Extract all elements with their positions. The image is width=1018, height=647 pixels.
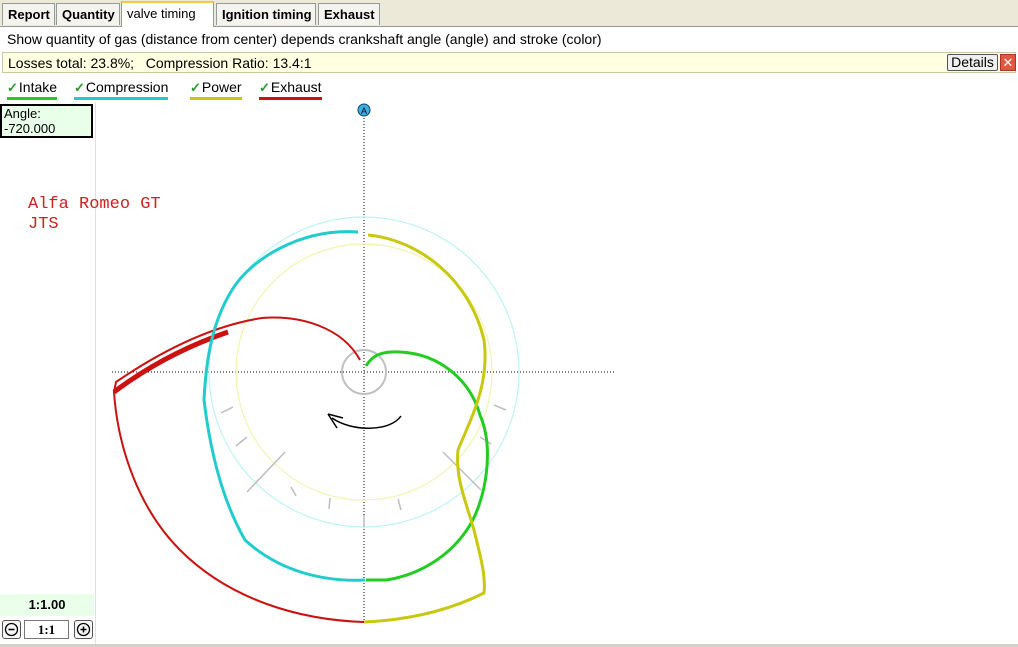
compression-checkbox[interactable]: ✓Compression xyxy=(74,79,169,100)
description-text: Show quantity of gas (distance from cent… xyxy=(7,31,602,47)
intake-underline xyxy=(7,97,58,100)
minus-circle-icon[interactable] xyxy=(2,620,21,639)
power-underline xyxy=(190,97,242,100)
power-curve xyxy=(363,233,487,624)
exhaust-underline xyxy=(259,97,322,100)
checkmark-icon: ✓ xyxy=(74,80,85,95)
plus-circle-icon[interactable] xyxy=(74,620,93,639)
losses-text: Losses total: 23.8%; Compression Ratio: … xyxy=(8,55,312,71)
compression-underline xyxy=(74,97,169,100)
tab-ignition-timing[interactable]: Ignition timing xyxy=(216,3,316,25)
exhaust-label: Exhaust xyxy=(270,79,322,95)
left-panel: Angle: -720.000 1:1.00 1:1 xyxy=(0,102,96,647)
intake-label: Intake xyxy=(18,79,58,95)
checkmark-icon: ✓ xyxy=(7,80,18,95)
compression-label: Compression xyxy=(85,79,169,95)
losses-bar: Losses total: 23.8%; Compression Ratio: … xyxy=(2,52,1016,73)
exhaust-curve xyxy=(112,316,365,623)
valve-timing-plot[interactable]: A xyxy=(96,102,1016,642)
tab-valve-timing[interactable]: valve timing xyxy=(121,1,214,27)
scale-ratio: 1:1.00 xyxy=(0,594,94,616)
angle-value: -720.000 xyxy=(4,121,56,136)
intake-curve xyxy=(364,350,489,582)
details-button[interactable]: Details xyxy=(947,54,998,71)
close-icon[interactable]: ✕ xyxy=(1000,54,1016,71)
compression-curve xyxy=(202,230,366,582)
zoom-level[interactable]: 1:1 xyxy=(24,620,69,639)
checkmark-icon: ✓ xyxy=(190,80,201,95)
stroke-checkbox-row: ✓Intake ✓Compression ✓Power ✓Exhaust xyxy=(0,78,1018,100)
tab-report[interactable]: Report xyxy=(2,3,55,25)
tab-exhaust[interactable]: Exhaust xyxy=(318,3,380,25)
tab-bar: Report Quantity valve timing Ignition ti… xyxy=(0,0,1018,27)
exhaust-checkbox[interactable]: ✓Exhaust xyxy=(259,79,322,100)
angle-readout: Angle: -720.000 xyxy=(0,104,93,138)
power-checkbox[interactable]: ✓Power xyxy=(190,79,242,100)
angle-ticks xyxy=(220,404,507,526)
tab-quantity[interactable]: Quantity xyxy=(56,3,120,25)
checkmark-icon: ✓ xyxy=(259,80,270,95)
intake-checkbox[interactable]: ✓Intake xyxy=(7,79,58,100)
angle-label: Angle: xyxy=(4,106,41,121)
power-label: Power xyxy=(201,79,242,95)
marker-label: A xyxy=(361,106,367,116)
